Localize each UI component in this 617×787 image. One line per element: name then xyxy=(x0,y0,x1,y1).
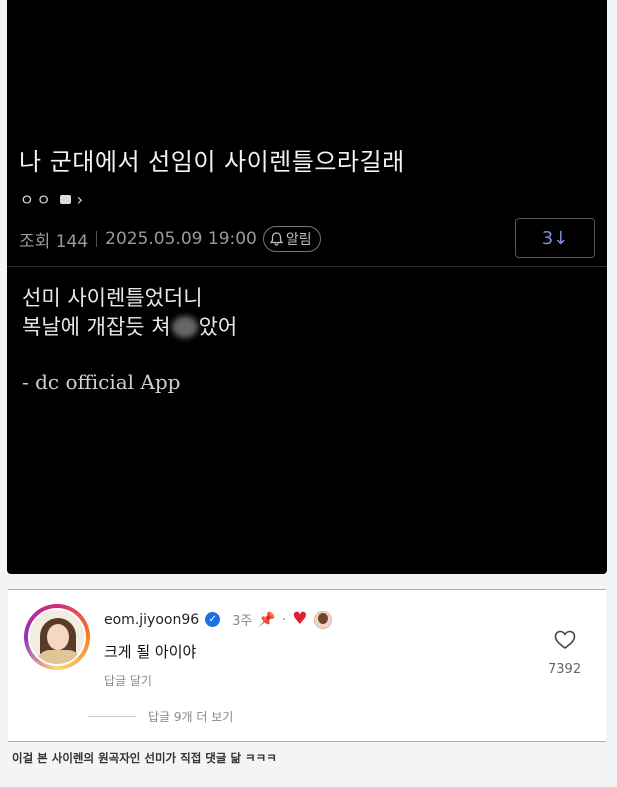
separator-dot: · xyxy=(281,611,287,628)
creator-liked-heart-icon: ♥ xyxy=(292,609,308,629)
pin-icon: 📌 xyxy=(258,611,276,628)
chevron-right-icon: › xyxy=(76,190,84,209)
alarm-button[interactable]: 알림 xyxy=(262,226,321,252)
comment-username[interactable]: eom.jiyoon96 xyxy=(104,612,199,628)
avatar xyxy=(28,608,86,666)
like-heart-icon[interactable] xyxy=(554,630,576,654)
post-title: 나 군대에서 선임이 사이렌틀으라길래 xyxy=(19,148,405,176)
creator-mini-avatar xyxy=(313,610,332,629)
comment-text: 크게 될 아이야 xyxy=(104,643,197,661)
body-line-2: 복날에 개잡듯 쳐 았어 xyxy=(22,313,237,342)
alarm-label: 알림 xyxy=(285,232,312,248)
replies-line xyxy=(88,716,136,717)
scroll-down-button[interactable]: 3↓ xyxy=(515,218,595,258)
instagram-comment-card: eom.jiyoon96 ✓ 3주 📌 · ♥ 크게 될 아이야 답글 달기 7… xyxy=(8,589,606,742)
app-signature: - dc official App xyxy=(22,370,181,394)
comment-header: eom.jiyoon96 ✓ 3주 📌 · ♥ xyxy=(104,610,332,629)
image-caption: 이걸 본 사이렌의 원곡자인 선미가 직접 댓글 닮 ㅋㅋㅋ xyxy=(12,751,277,765)
censor-blur xyxy=(171,316,198,338)
post-meta: 조회 144 2025.05.09 19:00 알림 xyxy=(19,226,321,252)
comment-time: 3주 xyxy=(232,614,253,629)
post-date: 2025.05.09 19:00 xyxy=(105,229,257,249)
body-line-2-part-b: 았어 xyxy=(198,315,238,339)
verified-icon: ✓ xyxy=(205,612,221,627)
meta-divider xyxy=(96,231,98,247)
like-count: 7392 xyxy=(548,662,582,677)
post-body: 선미 사이렌틀었더니 복날에 개잡듯 쳐 았어 xyxy=(22,284,237,342)
author-badge-icon xyxy=(59,195,71,204)
more-replies[interactable]: 답글 9개 더 보기 xyxy=(88,708,233,725)
body-line-2-part-a: 복날에 개잡듯 쳐 xyxy=(22,315,171,339)
story-ring[interactable] xyxy=(24,604,90,670)
author-row[interactable]: ㅇㅇ › xyxy=(20,189,83,210)
post-divider xyxy=(7,266,607,267)
bell-icon xyxy=(269,232,283,246)
author-name: ㅇㅇ xyxy=(20,191,54,209)
reply-button[interactable]: 답글 달기 xyxy=(104,672,152,689)
more-replies-label: 답글 9개 더 보기 xyxy=(148,710,234,724)
dc-post-screenshot: 나 군대에서 선임이 사이렌틀으라길래 ㅇㅇ › 조회 144 2025.05.… xyxy=(7,0,607,574)
body-line-1: 선미 사이렌틀었더니 xyxy=(22,286,203,310)
view-count: 조회 144 xyxy=(19,231,89,252)
